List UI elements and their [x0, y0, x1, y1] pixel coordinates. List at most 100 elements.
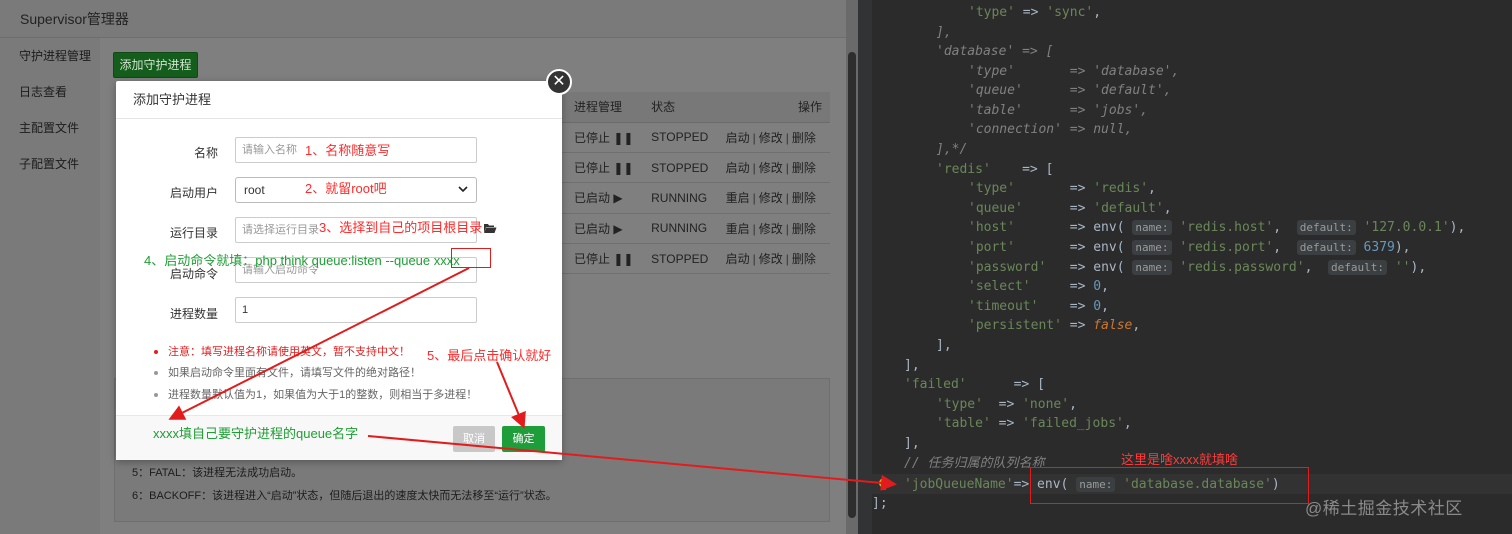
annotation-step-2: 2、就留root吧 — [305, 181, 387, 196]
note-text: 如果启动命令里面有文件，请填写文件的绝对路径！ — [168, 367, 421, 379]
note-text: 注意：填写进程名称请使用英文，暂不支持中文！ — [168, 346, 410, 358]
note-item: 如果启动命令里面有文件，请填写文件的绝对路径！ — [154, 364, 421, 380]
actions-cell: 启动 | 修改 | 删除 — [717, 122, 830, 153]
start-link[interactable]: 启动 — [726, 131, 750, 145]
note-item: 注意：填写进程名称请使用英文，暂不支持中文！ — [154, 343, 410, 359]
dir-label: 运行目录 — [169, 226, 218, 240]
delete-link[interactable]: 删除 — [792, 161, 816, 175]
sidebar-item-main-config[interactable]: 主配置文件 — [0, 110, 100, 146]
cancel-button[interactable]: 取消 — [453, 426, 495, 452]
state-cell: STOPPED — [643, 243, 718, 275]
status-text: 已停止 — [574, 130, 611, 145]
watermark: @稀土掘金技术社区 — [1305, 499, 1463, 518]
sidebar-item-daemon[interactable]: 守护进程管理 — [0, 38, 100, 74]
sidebar-item-sub-config[interactable]: 子配置文件 — [0, 146, 100, 182]
pause-icon: ❚❚ — [613, 161, 634, 176]
sidebar: 守护进程管理 日志查看 主配置文件 子配置文件 — [0, 38, 100, 534]
code-line: 'queue' => 'default', — [968, 201, 1172, 216]
start-link[interactable]: 启动 — [726, 252, 750, 266]
sidebar-item-logs[interactable]: 日志查看 — [0, 74, 100, 110]
column-header: 操作 — [717, 92, 830, 123]
actions-cell: 启动 | 修改 | 删除 — [717, 243, 830, 275]
restart-link[interactable]: 重启 — [726, 222, 750, 236]
manage-cell: 已启动 ▶ — [566, 182, 644, 214]
bullet-icon — [154, 350, 158, 355]
status-text: 已启动 — [574, 191, 611, 206]
manage-cell: 已停止 ❚❚ — [566, 152, 644, 184]
code-line: 'persistent' => false, — [968, 318, 1141, 333]
delete-link[interactable]: 删除 — [792, 191, 816, 205]
annotation-fill-here: 这里是啥xxxx就填啥 — [1121, 452, 1239, 467]
highlight-box — [451, 248, 491, 268]
column-header: 进程管理 — [566, 92, 644, 123]
edit-link[interactable]: 修改 — [759, 222, 783, 236]
code-line: ]; — [872, 496, 888, 511]
code-line: 'timeout' => 0, — [968, 299, 1109, 314]
manage-cell: 已停止 ❚❚ — [566, 243, 644, 275]
state-cell: RUNNING — [643, 182, 718, 214]
play-icon: ▶ — [613, 191, 623, 206]
state-cell: RUNNING — [643, 213, 718, 245]
highlight-box — [1030, 467, 1309, 504]
info-line: 6：BACKOFF：该进程进入“启动”状态，但随后退出的速度太快而无法移至“运行… — [132, 490, 557, 502]
note-text: 进程数量默认值为1，如果值为大于1的整数，则相当于多进程！ — [168, 389, 478, 401]
count-label: 进程数量 — [169, 307, 218, 321]
code-line: 'password' => env( name: 'redis.password… — [968, 260, 1427, 275]
pause-icon: ❚❚ — [613, 252, 634, 267]
table-row: 9 已停止 ❚❚ STOPPED 启动|修改|删除 — [546, 152, 830, 184]
table-row: 9 已启动 ▶ RUNNING 重启|修改|删除 — [546, 213, 830, 245]
code-line: // 任务归属的队列名称 — [904, 456, 1045, 471]
folder-open-icon[interactable] — [483, 222, 497, 234]
code-line: 'database' => [ — [936, 44, 1054, 59]
table-header-row: 级 进程管理 状态 操作 — [546, 92, 830, 123]
info-line: 5：FATAL：该进程无法成功启动。 — [132, 467, 303, 479]
code-line: 'host' => env( name: 'redis.host', defau… — [968, 220, 1466, 235]
status-text: 已停止 — [574, 161, 611, 176]
column-header: 状态 — [643, 92, 718, 123]
code-line: 'queue' => 'default', — [968, 83, 1172, 98]
confirm-button[interactable]: 确定 — [502, 426, 545, 452]
note-item: 进程数量默认值为1，如果值为大于1的整数，则相当于多进程！ — [154, 386, 477, 402]
restart-link[interactable]: 重启 — [726, 191, 750, 205]
edit-link[interactable]: 修改 — [759, 161, 783, 175]
manage-cell: 已启动 ▶ — [566, 213, 644, 245]
status-text: 已启动 — [574, 221, 611, 236]
table-row: 9 已停止 ❚❚ STOPPED 启动|修改|删除 — [546, 122, 830, 153]
editor-gutter — [858, 0, 872, 534]
annotation-step-4: 4、启动命令就填：php think queue:listen --queue … — [144, 253, 460, 268]
status-text: 已停止 — [574, 252, 611, 267]
annotation-step-5: 5、最后点击确认就好 — [427, 348, 552, 363]
code-line: ], — [936, 338, 952, 353]
count-input[interactable]: 1 — [235, 297, 477, 323]
add-daemon-button[interactable]: 添加守护进程 — [113, 52, 198, 78]
play-icon: ▶ — [613, 221, 623, 236]
edit-link[interactable]: 修改 — [759, 131, 783, 145]
code-line: 'table' => 'failed_jobs', — [936, 416, 1132, 431]
manage-cell: 已停止 ❚❚ — [566, 122, 644, 153]
code-line: 'type' => 'database', — [968, 64, 1180, 79]
delete-link[interactable]: 删除 — [792, 131, 816, 145]
state-cell: STOPPED — [643, 122, 718, 153]
delete-link[interactable]: 删除 — [792, 252, 816, 266]
lightbulb-icon[interactable] — [876, 476, 892, 492]
close-icon[interactable]: ✕ — [546, 69, 572, 95]
chevron-down-icon — [458, 186, 468, 193]
start-link[interactable]: 启动 — [726, 161, 750, 175]
code-line: 'failed' => [ — [904, 377, 1045, 392]
edit-link[interactable]: 修改 — [759, 191, 783, 205]
code-line: ],*/ — [936, 142, 968, 157]
dialog-title: 添加守护进程 — [116, 81, 562, 119]
code-line: 'table' => 'jobs', — [968, 103, 1149, 118]
user-label: 启动用户 — [169, 186, 218, 200]
page-scrollbar[interactable] — [846, 0, 858, 534]
edit-link[interactable]: 修改 — [759, 252, 783, 266]
table-row: 9 已停止 ❚❚ STOPPED 启动|修改|删除 — [546, 243, 830, 275]
code-line: 'select' => 0, — [968, 279, 1109, 294]
scrollbar-thumb[interactable] — [848, 52, 856, 518]
code-line: 'type' => 'redis', — [968, 181, 1156, 196]
code-line: ], — [936, 25, 952, 40]
annotation-queue-name: xxxx填自己要守护进程的queue名字 — [153, 426, 359, 441]
actions-cell: 重启 | 修改 | 删除 — [717, 213, 830, 245]
code-line: ], — [904, 358, 920, 373]
delete-link[interactable]: 删除 — [792, 222, 816, 236]
